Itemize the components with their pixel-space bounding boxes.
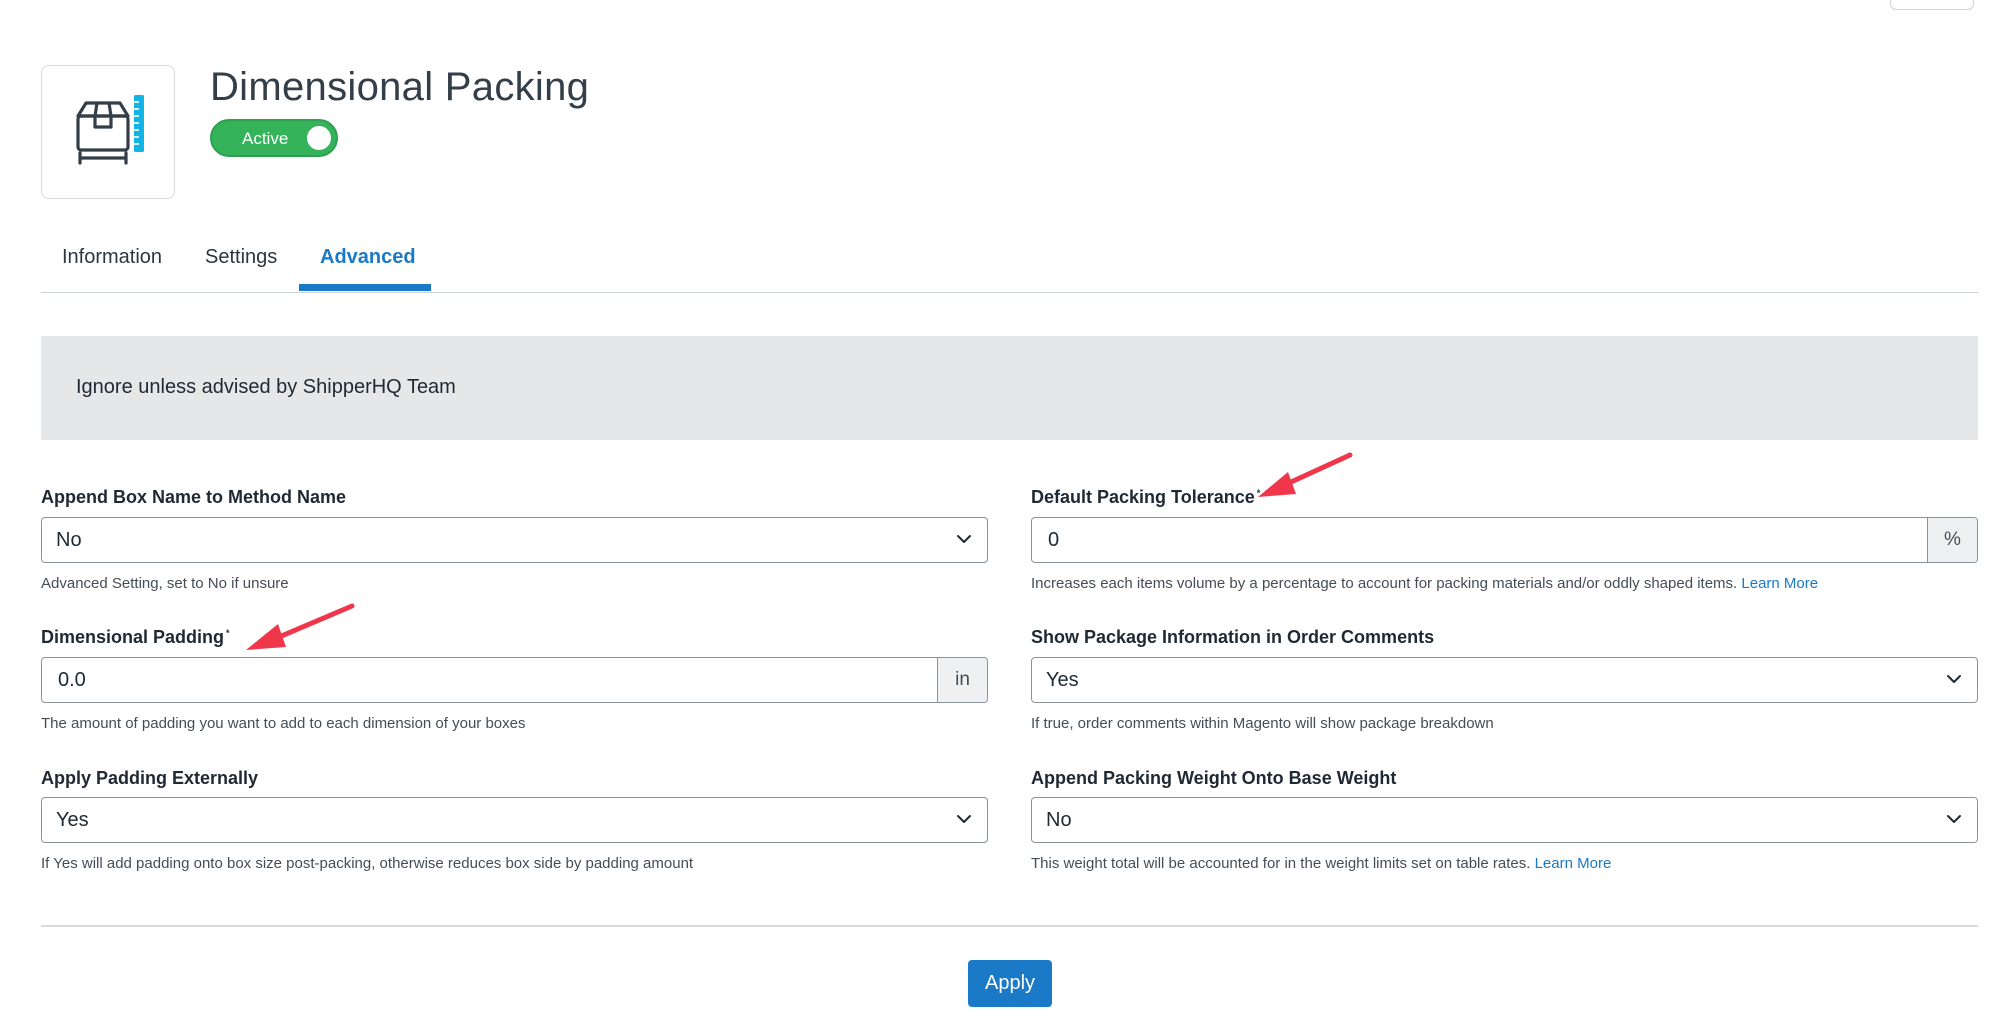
default-packing-tolerance-label-text: Default Packing Tolerance	[1031, 487, 1255, 507]
dimensional-padding-help: The amount of padding you want to add to…	[41, 715, 526, 732]
apply-padding-externally-help: If Yes will add padding onto box size po…	[41, 855, 694, 872]
chevron-down-icon	[957, 815, 971, 823]
apply-padding-externally-label: Apply Padding Externally	[41, 768, 259, 788]
default-packing-tolerance-value: 0	[1048, 529, 1060, 551]
top-right-button[interactable]	[1890, 0, 1974, 10]
default-packing-tolerance-label: Default Packing Tolerance *	[1031, 487, 1260, 508]
default-packing-tolerance-input[interactable]: 0 %	[1031, 517, 1978, 563]
append-packing-weight-help: This weight total will be accounted for …	[1031, 855, 1611, 872]
learn-more-link[interactable]: Learn More	[1535, 855, 1612, 872]
tab-bar: Information Settings Advanced	[41, 232, 1978, 293]
default-packing-tolerance-unit: %	[1927, 518, 1977, 562]
append-box-name-help: Advanced Setting, set to No if unsure	[41, 575, 289, 592]
page-title: Dimensional Packing	[210, 65, 590, 109]
form-divider	[41, 925, 1978, 927]
annotation-arrow-icon	[1258, 452, 1353, 497]
apply-padding-externally-select[interactable]: Yes	[41, 797, 988, 843]
active-status-toggle[interactable]: Active	[210, 119, 338, 157]
apply-padding-externally-value: Yes	[56, 809, 89, 831]
show-package-info-help: If true, order comments within Magento w…	[1031, 715, 1494, 732]
toggle-label: Active	[242, 129, 289, 148]
required-mark: *	[226, 628, 230, 638]
tab-advanced[interactable]: Advanced	[320, 246, 416, 269]
append-packing-weight-value: No	[1046, 809, 1072, 831]
toggle-knob	[307, 126, 331, 150]
show-package-info-label: Show Package Information in Order Commen…	[1031, 627, 1435, 647]
annotation-arrow-icon	[246, 603, 355, 650]
apply-button[interactable]: Apply	[968, 960, 1052, 1007]
append-box-name-label: Append Box Name to Method Name	[41, 487, 347, 507]
dimensional-padding-value: 0.0	[58, 669, 86, 691]
active-tab-indicator	[299, 284, 431, 291]
chevron-down-icon	[957, 535, 971, 543]
advisory-notice: Ignore unless advised by ShipperHQ Team	[41, 336, 1978, 440]
chevron-down-icon	[1947, 675, 1961, 683]
show-package-info-value: Yes	[1046, 669, 1079, 691]
dimensional-padding-label-text: Dimensional Padding	[41, 627, 225, 647]
learn-more-link[interactable]: Learn More	[1741, 575, 1818, 592]
dimensional-padding-unit: in	[937, 658, 987, 702]
tab-settings[interactable]: Settings	[205, 246, 277, 269]
default-packing-tolerance-help: Increases each items volume by a percent…	[1031, 575, 1818, 592]
box-with-ruler-icon	[76, 95, 144, 165]
default-packing-tolerance-help-text: Increases each items volume by a percent…	[1031, 575, 1738, 592]
app-logo	[41, 65, 175, 199]
append-packing-weight-label: Append Packing Weight Onto Base Weight	[1031, 768, 1397, 788]
dimensional-padding-label: Dimensional Padding *	[41, 627, 230, 648]
append-packing-weight-help-text: This weight total will be accounted for …	[1031, 855, 1531, 872]
advisory-notice-text: Ignore unless advised by ShipperHQ Team	[76, 376, 456, 398]
append-packing-weight-select[interactable]: No	[1031, 797, 1978, 843]
show-package-info-select[interactable]: Yes	[1031, 657, 1978, 703]
append-box-name-select[interactable]: No	[41, 517, 988, 563]
append-box-name-value: No	[56, 529, 82, 551]
dimensional-padding-input[interactable]: 0.0 in	[41, 657, 988, 703]
chevron-down-icon	[1947, 815, 1961, 823]
tab-information[interactable]: Information	[62, 246, 162, 269]
